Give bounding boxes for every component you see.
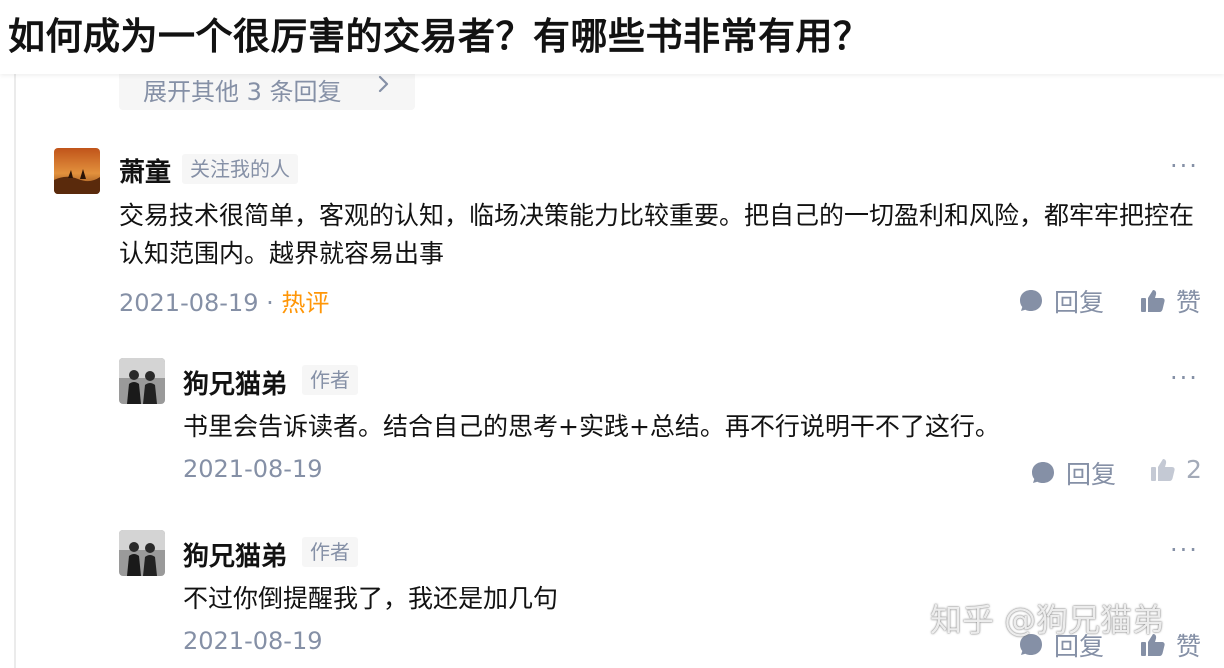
question-title[interactable]: 如何成为一个很厉害的交易者？有哪些书非常有用？: [8, 6, 871, 60]
more-options-button[interactable]: ···: [1170, 152, 1199, 180]
like-label: 赞: [1176, 632, 1202, 661]
comment-date: 2021-08-19: [183, 627, 323, 655]
comment-text: 交易技术很简单，客观的认知，临场决策能力比较重要。把自己的一切盈利和风险，都牢牢…: [119, 201, 1195, 268]
comment-author[interactable]: 狗兄猫弟: [183, 536, 287, 573]
more-options-button[interactable]: ···: [1170, 364, 1199, 392]
comment-date: 2021-08-19: [119, 289, 259, 317]
hot-comment-tag: 热评: [281, 289, 330, 317]
chevron-right-icon: [378, 75, 389, 93]
comment-meta: 2021-08-19 · 热评: [119, 283, 329, 318]
comment-author[interactable]: 萧童: [119, 152, 171, 189]
like-label: 赞: [1176, 288, 1202, 317]
avatar[interactable]: [119, 530, 165, 576]
thumbs-up-icon: [1141, 290, 1165, 312]
reply-button[interactable]: 回复: [1018, 283, 1104, 319]
comment-author[interactable]: 狗兄猫弟: [183, 364, 287, 401]
expand-replies-label: 展开其他 3 条回复: [143, 78, 342, 106]
zhihu-watermark: 知乎 @狗兄猫弟: [930, 601, 1165, 639]
comment-bubble-icon: [1020, 290, 1042, 311]
thumbs-up-icon: [1151, 458, 1175, 481]
author-badge: 关注我的人: [182, 154, 298, 184]
reply-button[interactable]: 回复: [1030, 455, 1116, 491]
author-badge: 作者: [302, 537, 358, 567]
comment-text: 书里会告诉读者。结合自己的思考+实践+总结。再不行说明干不了这行。: [183, 412, 1000, 441]
like-count: 2: [1186, 455, 1202, 484]
like-button[interactable]: 2: [1150, 455, 1202, 484]
reply-label: 回复: [1054, 288, 1105, 317]
thread-divider-line: [14, 74, 16, 668]
more-options-button[interactable]: ···: [1170, 536, 1199, 564]
comment-bubble-icon: [1032, 462, 1054, 483]
like-button[interactable]: 赞: [1140, 283, 1201, 319]
avatar[interactable]: [119, 358, 165, 404]
avatar[interactable]: [54, 148, 100, 194]
reply-label: 回复: [1066, 460, 1117, 489]
author-badge: 作者: [302, 365, 358, 395]
comment-date: 2021-08-19: [183, 455, 323, 483]
question-header: 如何成为一个很厉害的交易者？有哪些书非常有用？: [0, 0, 1224, 74]
meta-separator: ·: [258, 289, 282, 317]
